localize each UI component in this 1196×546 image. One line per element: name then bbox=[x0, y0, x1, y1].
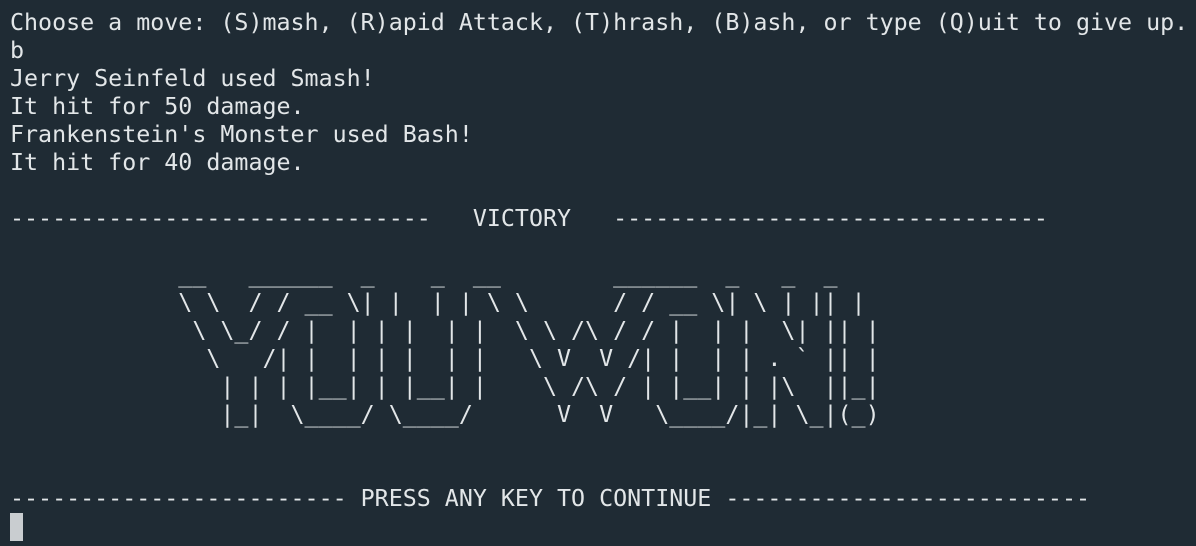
move-prompt: Choose a move: (S)mash, (R)apid Attack, … bbox=[10, 9, 1189, 36]
continue-banner: ------------------------ PRESS ANY KEY T… bbox=[10, 485, 1090, 512]
text-cursor bbox=[10, 513, 23, 541]
input-line[interactable] bbox=[10, 513, 1196, 541]
log-line: It hit for 50 damage. bbox=[10, 93, 305, 120]
terminal-window[interactable]: Choose a move: (S)mash, (R)apid Attack, … bbox=[0, 0, 1196, 546]
victory-banner: ------------------------------ VICTORY -… bbox=[10, 205, 1048, 232]
log-line: Frankenstein's Monster used Bash! bbox=[10, 121, 473, 148]
user-input-line: b bbox=[10, 37, 25, 64]
you-won-ascii-art: __ ______ _ _ __ ______ _ _ _ \ \ / / __… bbox=[178, 261, 880, 428]
log-line: It hit for 40 damage. bbox=[10, 149, 305, 176]
log-line: Jerry Seinfeld used Smash! bbox=[10, 65, 375, 92]
